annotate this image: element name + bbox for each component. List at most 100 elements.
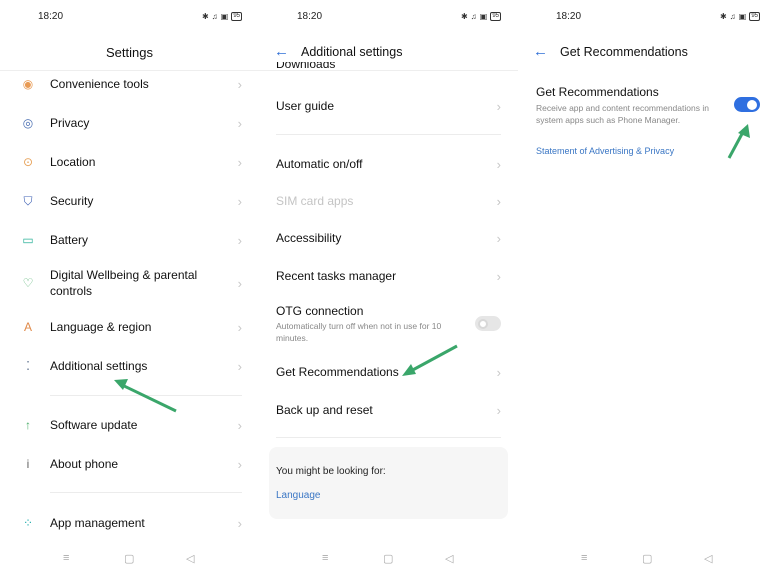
chevron-right-icon: ›: [237, 456, 242, 472]
bell-off-icon: ♫: [729, 12, 736, 21]
settings-item-location[interactable]: ⊙ Location ›: [0, 147, 259, 177]
settings-item-label: Additional settings: [50, 359, 148, 373]
bluetooth-icon: ✱: [720, 12, 727, 21]
chevron-right-icon: ›: [496, 193, 501, 209]
setting-description: Receive app and content recommendations …: [536, 103, 709, 125]
bell-off-icon: ♫: [211, 12, 218, 21]
divider: [50, 395, 242, 396]
chevron-right-icon: ›: [237, 193, 242, 209]
settings-item-label: Privacy: [50, 116, 90, 130]
bell-off-icon: ♫: [470, 12, 477, 21]
settings-item-app-management[interactable]: ⁘ App management ›: [0, 508, 259, 538]
status-bar: 18:20 ✱ ♫ ▣ 95: [0, 11, 259, 25]
recents-menu-icon[interactable]: ≡: [63, 552, 69, 564]
settings-item-label: App management: [50, 516, 145, 530]
back-icon[interactable]: ◁: [704, 552, 712, 565]
page-title: Get Recommendations: [560, 45, 688, 59]
settings-item-language-region[interactable]: A Language & region ›: [0, 312, 259, 342]
navigation-bar: ≡ ▢ ◁: [0, 552, 259, 568]
additional-settings-screen: 18:20 ✱ ♫ ▣ 95 ← Additional settings Dow…: [259, 0, 518, 576]
chevron-right-icon: ›: [237, 76, 242, 92]
chevron-right-icon: ›: [237, 115, 242, 131]
bluetooth-icon: ✱: [202, 12, 209, 21]
list-item-recent-tasks-manager[interactable]: Recent tasks manager ›: [259, 261, 518, 291]
list-item-user-guide[interactable]: User guide ›: [259, 91, 518, 121]
status-time: 18:20: [38, 11, 64, 22]
settings-item-label: Battery: [50, 233, 89, 247]
home-icon[interactable]: ▢: [124, 552, 134, 565]
chevron-right-icon: ›: [496, 364, 501, 380]
annotation-arrow: [727, 124, 750, 159]
divider: [276, 134, 501, 135]
recommendations-toggle[interactable]: [734, 97, 760, 112]
list-item-get-recommendations[interactable]: Get Recommendations ›: [259, 357, 518, 387]
otg-toggle[interactable]: [475, 316, 501, 331]
suggestion-card: You might be looking for: Language: [269, 447, 508, 519]
bluetooth-icon: ✱: [461, 12, 468, 21]
list-item-label: Automatic on/off: [276, 157, 363, 171]
list-item-back-up-and-reset[interactable]: Back up and reset ›: [259, 395, 518, 425]
list-item-label: SIM card apps: [276, 194, 354, 208]
settings-item-about-phone[interactable]: i About phone ›: [0, 449, 259, 479]
language-a-icon: A: [23, 320, 32, 334]
settings-item-label: Software update: [50, 418, 138, 432]
list-item-accessibility[interactable]: Accessibility ›: [259, 223, 518, 253]
battery-icon: ▭: [22, 233, 34, 247]
settings-item-privacy[interactable]: ◎ Privacy ›: [0, 108, 259, 138]
settings-item-security[interactable]: ⛉ Security ›: [0, 186, 259, 216]
settings-item-convenience-tools[interactable]: ◉ Convenience tools ›: [0, 69, 259, 99]
nfc-icon: ▣: [479, 12, 488, 21]
chevron-right-icon: ›: [496, 98, 501, 114]
chevron-right-icon: ›: [496, 230, 501, 246]
toggle-knob: [747, 99, 757, 110]
battery-icon: 95: [490, 12, 501, 21]
list-item-downloads-partial[interactable]: Downloads: [276, 62, 335, 70]
header-divider: [259, 70, 518, 71]
chevron-right-icon: ›: [237, 358, 242, 374]
page-title: Additional settings: [301, 45, 403, 59]
location-pin-icon: ⊙: [22, 155, 34, 169]
list-item-otg-connection[interactable]: OTG connection Automatically turn off whe…: [259, 300, 518, 343]
navigation-bar: ≡ ▢ ◁: [259, 552, 518, 568]
back-icon[interactable]: ◁: [186, 552, 194, 565]
additional-dots-icon: ⁚: [26, 359, 30, 373]
status-time: 18:20: [556, 11, 582, 22]
get-recommendations-screen: 18:20 ✱ ♫ ▣ 95 ← Get Recommendations Get…: [518, 0, 777, 576]
chevron-right-icon: ›: [496, 156, 501, 172]
battery-icon: 95: [749, 12, 760, 21]
status-bar: 18:20 ✱ ♫ ▣ 95: [518, 11, 777, 25]
setting-label: Get Recommendations: [536, 85, 659, 99]
chevron-right-icon: ›: [237, 319, 242, 335]
list-item-label: Get Recommendations: [276, 365, 399, 379]
settings-item-software-update[interactable]: ↑ Software update ›: [0, 410, 259, 440]
advertising-privacy-link[interactable]: Statement of Advertising & Privacy: [536, 146, 674, 156]
settings-item-additional-settings[interactable]: ⁚ Additional settings ›: [0, 351, 259, 381]
list-item-automatic-on-off[interactable]: Automatic on/off ›: [259, 149, 518, 179]
back-icon[interactable]: ◁: [445, 552, 453, 565]
chevron-right-icon: ›: [237, 417, 242, 433]
info-icon: i: [26, 457, 30, 471]
settings-item-label: Security: [50, 194, 94, 208]
list-item-label: Back up and reset: [276, 403, 373, 417]
settings-screen: 18:20 ✱ ♫ ▣ 95 Settings ◉ Convenience too…: [0, 0, 259, 576]
suggestion-link-language[interactable]: Language: [276, 490, 321, 501]
settings-item-label: Convenience tools: [50, 77, 149, 91]
back-arrow-icon[interactable]: ←: [533, 43, 548, 60]
settings-item-battery[interactable]: ▭ Battery ›: [0, 225, 259, 255]
software-update-arrow-icon: ↑: [25, 418, 31, 432]
back-arrow-icon[interactable]: ←: [274, 43, 289, 60]
list-item-label: OTG connection: [276, 304, 364, 318]
nfc-icon: ▣: [220, 12, 229, 21]
settings-item-label: Digital Wellbeing & parental controls: [50, 268, 198, 298]
chevron-right-icon: ›: [237, 515, 242, 531]
home-icon[interactable]: ▢: [642, 552, 652, 565]
wellbeing-heart-icon: ♡: [22, 276, 34, 290]
recents-menu-icon[interactable]: ≡: [581, 552, 587, 564]
settings-item-label: Language & region: [50, 320, 152, 334]
recents-menu-icon[interactable]: ≡: [322, 552, 328, 564]
privacy-eye-lock-icon: ◎: [22, 116, 34, 130]
list-item-sim-card-apps: SIM card apps ›: [259, 186, 518, 216]
navigation-bar: ≡ ▢ ◁: [518, 552, 777, 568]
settings-item-digital-wellbeing-parental-controls[interactable]: ♡ Digital Wellbeing & parental controls ›: [0, 268, 259, 298]
home-icon[interactable]: ▢: [383, 552, 393, 565]
